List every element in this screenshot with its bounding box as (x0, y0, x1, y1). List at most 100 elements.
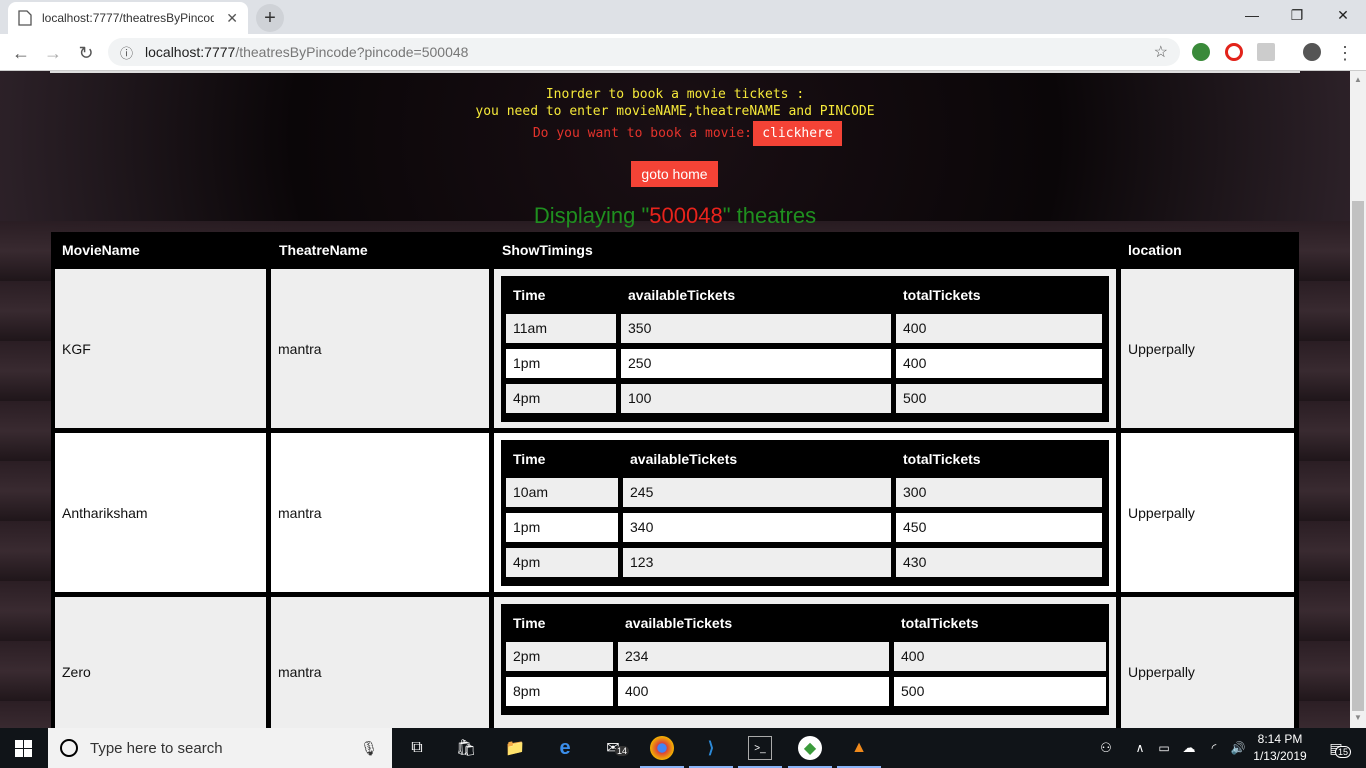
theatre-name-cell: mantra (271, 597, 489, 728)
sub-header-availabletickets: availableTickets (628, 287, 736, 303)
theatres-table: MovieName TheatreName ShowTimings locati… (51, 232, 1299, 728)
show-available-cell: 400 (618, 677, 889, 706)
forward-icon[interactable]: → (40, 40, 66, 66)
header-moviename: MovieName (62, 242, 140, 258)
vscode-icon[interactable]: ⟩ (699, 736, 723, 760)
battery-icon[interactable]: ▭ (1152, 736, 1176, 760)
profile-icon[interactable] (1303, 43, 1321, 61)
browser-tab[interactable]: localhost:7777/theatresByPincode ✕ (8, 2, 248, 34)
header-location: location (1128, 242, 1182, 258)
movie-name-cell: Zero (55, 597, 266, 728)
notification-icon[interactable]: ▤15 (1324, 736, 1352, 760)
show-available-cell: 250 (621, 349, 891, 378)
show-timings-table: Time availableTickets totalTickets 11am 350 4… (501, 276, 1109, 422)
cortana-icon (60, 739, 78, 757)
show-time-cell: 4pm (506, 548, 618, 577)
minimize-button[interactable]: — (1229, 0, 1275, 30)
new-tab-button[interactable]: + (256, 4, 284, 32)
clickhere-button[interactable]: clickhere (753, 121, 842, 146)
wifi-icon[interactable]: ◜ (1202, 736, 1226, 760)
book-prompt: Do you want to book a movie: (532, 126, 752, 141)
info-icon[interactable]: ⓘ (120, 43, 133, 62)
clock-date: 1/13/2019 (1253, 749, 1307, 763)
chrome-icon[interactable] (650, 736, 674, 760)
menu-icon[interactable]: ⋮ (1332, 40, 1358, 66)
show-time-cell: 2pm (506, 642, 613, 671)
show-total-cell: 400 (894, 642, 1106, 671)
movie-name-cell: Anthariksham (55, 433, 266, 592)
show-available-cell: 234 (618, 642, 889, 671)
people-icon[interactable]: ⚇ (1094, 736, 1118, 760)
scroll-up-icon[interactable]: ▲ (1354, 75, 1362, 84)
divider (50, 71, 1300, 73)
show-total-cell: 500 (896, 384, 1102, 413)
browser-toolbar: ← → ↻ ⓘ localhost:7777 /theatresByPincod… (0, 34, 1366, 71)
show-total-cell: 450 (896, 513, 1102, 542)
vlc-icon[interactable]: ▲ (847, 736, 871, 760)
location-cell: Upperpally (1121, 597, 1294, 728)
instruction-line-1: Inorder to book a movie tickets : (545, 87, 805, 102)
onedrive-icon[interactable]: ☁ (1177, 736, 1201, 760)
close-tab-icon[interactable]: ✕ (226, 10, 238, 27)
page-viewport: Inorder to book a movie tickets : you ne… (0, 71, 1350, 728)
url-path: /theatresByPincode?pincode=500048 (235, 44, 469, 60)
location-cell: Upperpally (1121, 433, 1294, 592)
reload-icon[interactable]: ↻ (73, 40, 99, 66)
extension-chart-icon[interactable] (1257, 43, 1275, 61)
scrollbar[interactable]: ▲ ▼ (1350, 71, 1366, 728)
task-view-icon[interactable]: ⧉ (405, 736, 429, 760)
extension-globe-icon[interactable] (1192, 43, 1210, 61)
show-time-cell: 11am (506, 314, 616, 343)
header-showtimings: ShowTimings (502, 242, 593, 258)
tab-strip: localhost:7777/theatresByPincode ✕ + — ❐… (0, 0, 1366, 34)
show-timings-header-row: Time availableTickets totalTickets (501, 604, 1106, 642)
back-icon[interactable]: ← (8, 40, 34, 66)
restore-button[interactable]: ❐ (1274, 0, 1320, 30)
goto-home-button[interactable]: goto home (631, 161, 718, 187)
show-total-cell: 400 (896, 314, 1102, 343)
windows-start-icon[interactable] (15, 740, 32, 757)
scroll-down-icon[interactable]: ▼ (1354, 713, 1362, 722)
mail-badge: 14 (615, 746, 630, 756)
theatre-name-cell: mantra (271, 433, 489, 592)
show-timings-table: Time availableTickets totalTickets 2pm 234 40… (501, 604, 1109, 715)
mail-icon[interactable]: ✉ 14 (601, 736, 630, 760)
show-total-cell: 430 (896, 548, 1102, 577)
page-icon (18, 10, 32, 26)
mongodb-icon[interactable]: ◆ (798, 736, 822, 760)
taskbar-search[interactable]: Type here to search 🎙 (48, 728, 392, 768)
sub-header-time: Time (513, 287, 546, 303)
movie-name-cell: KGF (55, 269, 266, 428)
scrollbar-thumb[interactable] (1352, 201, 1364, 711)
sub-header-totaltickets: totalTickets (901, 615, 979, 631)
show-timings-cell: Time availableTickets totalTickets 10am 245 3… (494, 433, 1116, 592)
table-header-row: MovieName TheatreName ShowTimings locati… (51, 232, 1299, 269)
sub-header-time: Time (513, 451, 546, 467)
tab-title: localhost:7777/theatresByPincode (42, 11, 214, 25)
show-timings-header-row: Time availableTickets totalTickets (501, 440, 1102, 478)
microphone-icon[interactable]: 🎙 (360, 740, 378, 757)
sub-header-availabletickets: availableTickets (630, 451, 738, 467)
store-icon[interactable]: 🛍 (454, 736, 478, 760)
edge-icon[interactable]: e (553, 736, 577, 760)
show-time-cell: 1pm (506, 349, 616, 378)
clock[interactable]: 8:14 PM 1/13/2019 (1246, 731, 1314, 765)
opera-icon[interactable] (1225, 43, 1243, 61)
location-cell: Upperpally (1121, 269, 1294, 428)
address-bar[interactable]: ⓘ localhost:7777 /theatresByPincode?pinc… (108, 38, 1180, 66)
show-timings-header-row: Time availableTickets totalTickets (501, 276, 1102, 314)
theatre-name-cell: mantra (271, 269, 489, 428)
show-available-cell: 100 (621, 384, 891, 413)
sub-header-totaltickets: totalTickets (903, 451, 981, 467)
show-total-cell: 300 (896, 478, 1102, 507)
search-placeholder: Type here to search (90, 739, 223, 757)
tray-chevron-icon[interactable]: ∧ (1128, 736, 1152, 760)
heading-pincode: 500048 (649, 203, 723, 228)
close-window-button[interactable]: ✕ (1320, 0, 1366, 30)
bookmark-star-icon[interactable]: ☆ (1154, 42, 1168, 62)
show-available-cell: 245 (623, 478, 891, 507)
terminal-icon[interactable]: >_ (748, 736, 772, 760)
file-explorer-icon[interactable]: 📁 (503, 736, 527, 760)
show-time-cell: 10am (506, 478, 618, 507)
taskbar: Type here to search 🎙 ⧉ 🛍 📁 e ✉ 14 ⟩ >_ ◆… (0, 728, 1366, 768)
